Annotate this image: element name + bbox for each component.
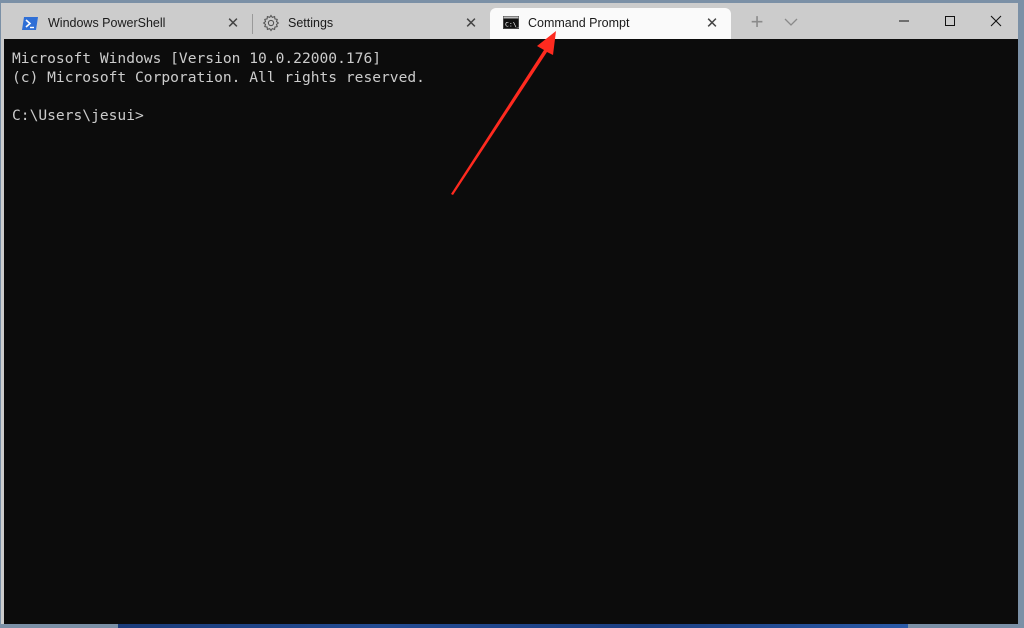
tab-label: Windows PowerShell bbox=[48, 16, 166, 30]
chevron-down-icon bbox=[784, 18, 798, 26]
maximize-button[interactable] bbox=[927, 3, 973, 39]
cmd-icon: C:\_ bbox=[503, 16, 521, 29]
close-tab-icon[interactable]: ✕ bbox=[224, 14, 242, 32]
close-window-button[interactable] bbox=[973, 3, 1019, 39]
terminal-output[interactable]: Microsoft Windows [Version 10.0.22000.17… bbox=[4, 39, 1018, 624]
close-icon bbox=[990, 15, 1002, 27]
tab-dropdown-button[interactable] bbox=[780, 11, 802, 33]
tab-label: Command Prompt bbox=[528, 16, 630, 30]
powershell-icon bbox=[21, 16, 39, 31]
maximize-icon bbox=[945, 16, 955, 26]
tab-command-prompt[interactable]: C:\_ Command Prompt ✕ bbox=[490, 8, 731, 39]
svg-text:C:\_: C:\_ bbox=[505, 21, 519, 29]
terminal-window: Windows PowerShell ✕ Settings ✕ C:\ Comm… bbox=[1, 3, 1018, 624]
minimize-icon bbox=[899, 20, 909, 22]
tab-windows-powershell[interactable]: Windows PowerShell ✕ bbox=[1, 8, 252, 39]
title-bar[interactable]: Windows PowerShell ✕ Settings ✕ C:\ Comm… bbox=[1, 3, 1018, 39]
terminal-prompt[interactable]: C:\Users\jesui> bbox=[12, 106, 1018, 125]
gear-icon bbox=[262, 14, 280, 32]
tab-settings[interactable]: Settings ✕ bbox=[253, 8, 490, 39]
terminal-line-version: Microsoft Windows [Version 10.0.22000.17… bbox=[12, 50, 382, 67]
close-tab-icon[interactable]: ✕ bbox=[462, 14, 480, 32]
tab-label: Settings bbox=[288, 16, 334, 30]
desktop-background bbox=[118, 624, 908, 628]
terminal-line-copyright: (c) Microsoft Corporation. All rights re… bbox=[12, 69, 425, 86]
close-tab-icon[interactable]: ✕ bbox=[703, 14, 721, 32]
new-tab-button[interactable]: + bbox=[746, 11, 768, 33]
minimize-button[interactable] bbox=[881, 3, 927, 39]
